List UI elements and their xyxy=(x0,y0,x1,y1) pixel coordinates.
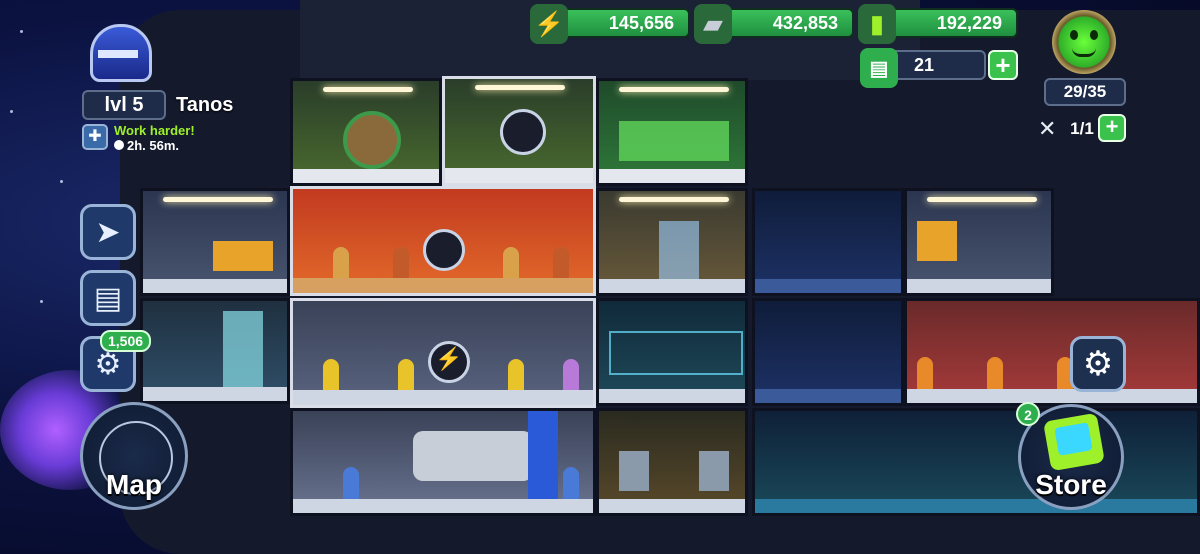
task-icon: ✚ xyxy=(82,124,108,150)
crew-count: 29/35 xyxy=(1044,78,1126,106)
task-text: Work harder! xyxy=(114,123,195,138)
metal-counter[interactable]: ▰ 432,853 xyxy=(694,4,854,44)
task-button[interactable]: ✚ Work harder! 2h. 56m. xyxy=(82,123,262,154)
player-level: lvl 5 xyxy=(82,90,166,120)
room-medbay[interactable] xyxy=(904,298,1200,406)
missions-button[interactable]: ▤ xyxy=(80,270,136,326)
room-quarters[interactable] xyxy=(904,188,1054,296)
metal-icon: ▰ xyxy=(694,4,732,44)
player-name: Tanos xyxy=(176,94,234,116)
premium-currency-icon: ▤ xyxy=(860,48,898,88)
spaceship-icon: ➤ xyxy=(95,215,121,249)
builder-slots-value: 1/1 xyxy=(1070,119,1094,138)
room-production-icon[interactable] xyxy=(500,109,546,155)
room-corridor-blue-2[interactable] xyxy=(752,298,904,406)
settings-button[interactable]: ⚙ xyxy=(1070,336,1126,392)
add-builder-button[interactable]: + xyxy=(1098,114,1126,142)
energy-production-icon[interactable]: ⚡ xyxy=(428,341,470,383)
task-timer: 2h. 56m. xyxy=(127,138,180,153)
store-label: Store xyxy=(1035,469,1107,500)
ship-button[interactable]: ➤ xyxy=(80,204,136,260)
map-label: Map xyxy=(106,469,162,500)
room-lab-selected[interactable] xyxy=(442,76,596,186)
room-storage[interactable] xyxy=(140,298,290,404)
room-holo[interactable] xyxy=(596,298,748,406)
room-reactor[interactable] xyxy=(290,186,596,296)
store-badge: 2 xyxy=(1016,402,1040,426)
crew-badge: 1,506 xyxy=(100,330,152,352)
room-training[interactable] xyxy=(596,188,748,296)
metal-value: 432,853 xyxy=(772,12,838,33)
crew-avatar-icon[interactable] xyxy=(1052,10,1116,74)
player-badge-icon[interactable] xyxy=(84,14,152,90)
room-lab[interactable] xyxy=(290,78,442,186)
energy-value: 145,656 xyxy=(608,12,674,33)
store-crystal-icon xyxy=(1043,412,1105,472)
crew-badge-value: 1,506 xyxy=(108,333,144,349)
crew-count-value: 29/35 xyxy=(1063,82,1107,101)
store-badge-value: 2 xyxy=(1024,407,1032,423)
premium-counter[interactable]: ▤ 21 xyxy=(860,48,986,88)
timer-icon xyxy=(114,140,124,150)
room-corridor-teal[interactable] xyxy=(752,408,1200,516)
player-level-value: lvl 5 xyxy=(104,93,144,116)
metal-production-icon[interactable] xyxy=(423,229,465,271)
premium-value: 21 xyxy=(913,54,935,75)
room-workshop[interactable] xyxy=(140,188,290,296)
fuel-value: 192,229 xyxy=(936,12,1002,33)
clipboard-icon: ▤ xyxy=(93,281,123,315)
room-corridor-blue[interactable] xyxy=(752,188,904,296)
map-button[interactable]: Map xyxy=(80,402,188,510)
fuel-counter[interactable]: ▮ 192,229 xyxy=(858,4,1018,44)
room-cockpit[interactable] xyxy=(596,408,748,516)
energy-icon: ⚡ xyxy=(530,4,568,44)
fuel-icon: ▮ xyxy=(858,4,896,44)
energy-counter[interactable]: ⚡ 145,656 xyxy=(530,4,690,44)
room-generator[interactable]: ⚡ xyxy=(290,298,596,408)
tools-icon: ✕ xyxy=(1038,116,1057,141)
room-greenhouse[interactable] xyxy=(596,78,748,186)
add-premium-button[interactable]: + xyxy=(988,50,1018,80)
gear-icon: ⚙ xyxy=(1082,345,1114,383)
room-engine[interactable] xyxy=(290,408,596,516)
